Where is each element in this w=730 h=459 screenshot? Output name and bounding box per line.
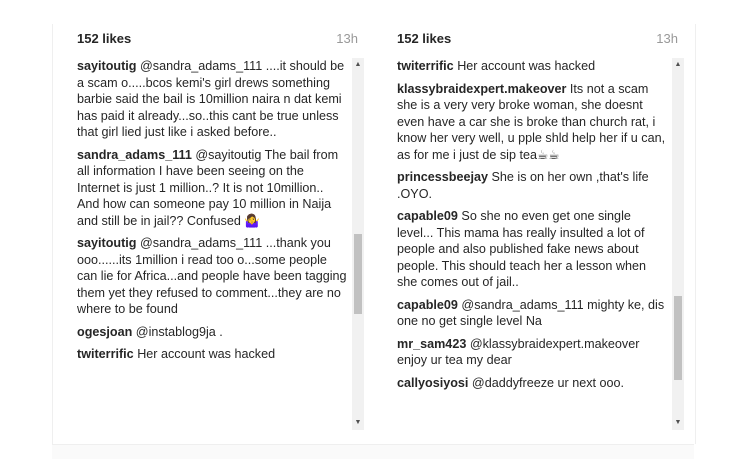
comment-list: sayitoutig @sandra_adams_111 ....it shou… — [77, 58, 347, 430]
comment-item: capable09 So she no even get one single … — [397, 208, 667, 291]
comment-item: klassybraidexpert.makeover Its not a sca… — [397, 81, 667, 164]
comment-item: capable09 @sandra_adams_111 mighty ke, d… — [397, 297, 667, 330]
comment-text: Her account was hacked — [457, 59, 596, 73]
bottom-strip — [52, 444, 694, 459]
comment-item: twiterrific Her account was hacked — [397, 58, 667, 75]
comment-username[interactable]: callyosiyosi — [397, 376, 468, 390]
scrollbar[interactable]: ▲ ▼ — [352, 58, 364, 430]
comment-item: sayitoutig @sandra_adams_111 ....it shou… — [77, 58, 347, 141]
panel-header: 152 likes 13h — [397, 31, 678, 55]
comment-username[interactable]: capable09 — [397, 298, 458, 312]
comment-item: sayitoutig @sandra_adams_111 ...thank yo… — [77, 235, 347, 318]
scroll-down-arrow-icon[interactable]: ▼ — [352, 416, 364, 430]
comment-username[interactable]: mr_sam423 — [397, 337, 466, 351]
comment-item: callyosiyosi @daddyfreeze ur next ooo. — [397, 375, 667, 392]
comment-item: princessbeejay She is on her own ,that's… — [397, 169, 667, 202]
comment-item: twiterrific Her account was hacked — [77, 346, 347, 363]
scroll-up-arrow-icon[interactable]: ▲ — [672, 58, 684, 72]
comment-username[interactable]: klassybraidexpert.makeover — [397, 82, 566, 96]
comment-text: @instablog9ja . — [135, 324, 223, 339]
scrollbar[interactable]: ▲ ▼ — [672, 58, 684, 430]
likes-count[interactable]: 152 likes — [77, 31, 131, 46]
scroll-down-arrow-icon[interactable]: ▼ — [672, 416, 684, 430]
post-time[interactable]: 13h — [336, 31, 358, 46]
scroll-up-arrow-icon[interactable]: ▲ — [352, 58, 364, 72]
comment-username[interactable]: sandra_adams_111 — [77, 148, 192, 162]
comment-item: ogesjoan @instablog9ja . — [77, 324, 347, 341]
comment-text: @daddyfreeze ur next ooo. — [471, 375, 625, 390]
post-time[interactable]: 13h — [656, 31, 678, 46]
comment-text: Her account was hacked — [137, 347, 276, 361]
scrollbar-thumb[interactable] — [354, 234, 362, 314]
comment-item: mr_sam423 @klassybraidexpert.makeover en… — [397, 336, 667, 369]
likes-count[interactable]: 152 likes — [397, 31, 451, 46]
comment-username[interactable]: princessbeejay — [397, 170, 488, 184]
comment-username[interactable]: sayitoutig — [77, 236, 136, 250]
comment-username[interactable]: twiterrific — [77, 347, 134, 361]
comment-username[interactable]: twiterrific — [397, 59, 454, 73]
comment-list: twiterrific Her account was hacked klass… — [397, 58, 667, 430]
comment-item: sandra_adams_111 @sayitoutig The bail fr… — [77, 147, 347, 230]
panel-header: 152 likes 13h — [77, 31, 358, 55]
comment-username[interactable]: capable09 — [397, 209, 458, 223]
scrollbar-thumb[interactable] — [674, 296, 682, 380]
comment-username[interactable]: ogesjoan — [77, 325, 132, 339]
comments-panel-left: 152 likes 13h sayitoutig @sandra_adams_1… — [70, 26, 370, 436]
comments-panel-right: 152 likes 13h twiterrific Her account wa… — [390, 26, 690, 436]
comment-username[interactable]: sayitoutig — [77, 59, 136, 73]
